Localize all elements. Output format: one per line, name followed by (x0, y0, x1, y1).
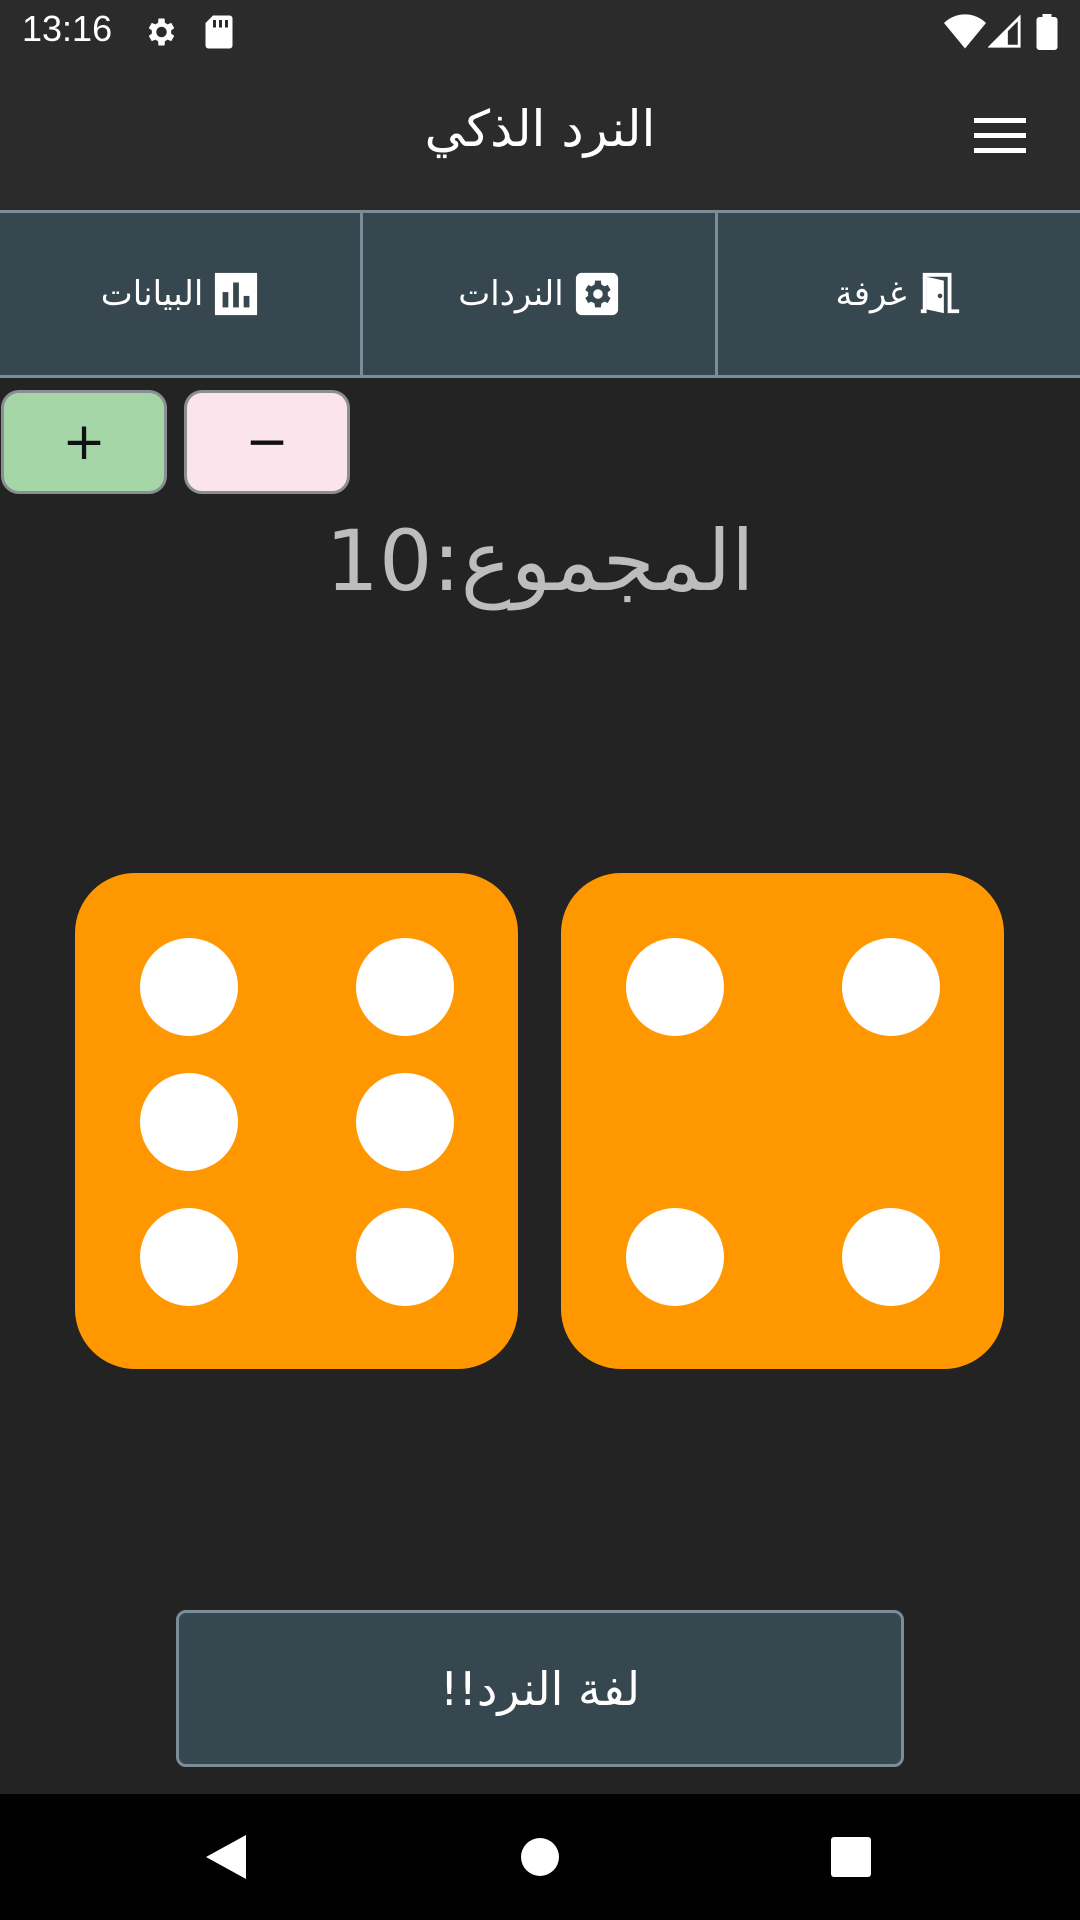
recents-square-icon (831, 1837, 871, 1877)
hamburger-menu-icon[interactable] (974, 114, 1030, 158)
tab-room[interactable]: غرفة (718, 213, 1080, 375)
tab-statistics[interactable]: البيانات (0, 213, 360, 375)
door-icon (920, 272, 959, 314)
battery-icon (1036, 14, 1058, 50)
die-pip (842, 1208, 940, 1306)
die-pip (140, 1208, 238, 1306)
die-pip (356, 938, 454, 1036)
die-pip (842, 938, 940, 1036)
die-pip (626, 938, 724, 1036)
tab-bar: البيانات النردات غرفة (0, 210, 1080, 378)
back-triangle-icon (206, 1835, 246, 1879)
die-pip (356, 1073, 454, 1171)
app-title: النرد الذكي (424, 100, 656, 158)
cell-signal-icon (988, 14, 1021, 48)
system-nav-bar (0, 1794, 1080, 1920)
die-pip (140, 1073, 238, 1171)
tab-dice-label: النردات (458, 274, 564, 314)
die-pip (140, 938, 238, 1036)
add-die-button[interactable]: + (1, 390, 167, 494)
tab-statistics-label: البيانات (100, 274, 204, 314)
recents-button[interactable] (791, 1794, 911, 1920)
remove-die-button[interactable]: − (184, 390, 350, 494)
sd-card-icon (205, 15, 233, 49)
die-six[interactable] (75, 873, 518, 1369)
bar-chart-icon (215, 272, 258, 316)
back-button[interactable] (166, 1794, 286, 1920)
settings-gear-icon (148, 18, 175, 46)
app-bar: النرد الذكي (0, 64, 1080, 210)
home-circle-icon (521, 1838, 559, 1876)
die-pip (626, 1208, 724, 1306)
roll-dice-button[interactable]: لفة النرد!! (176, 1610, 904, 1767)
tab-dice[interactable]: النردات (363, 213, 715, 375)
tab-room-label: غرفة (835, 274, 907, 314)
status-time: 13:16 (22, 8, 113, 49)
die-four[interactable] (561, 873, 1004, 1369)
dice-total: المجموع:10 (325, 512, 755, 610)
dice-settings-icon (575, 272, 618, 316)
home-button[interactable] (480, 1794, 600, 1920)
status-bar: 13:16 (0, 0, 1080, 64)
wifi-icon (944, 14, 986, 49)
die-pip (356, 1208, 454, 1306)
